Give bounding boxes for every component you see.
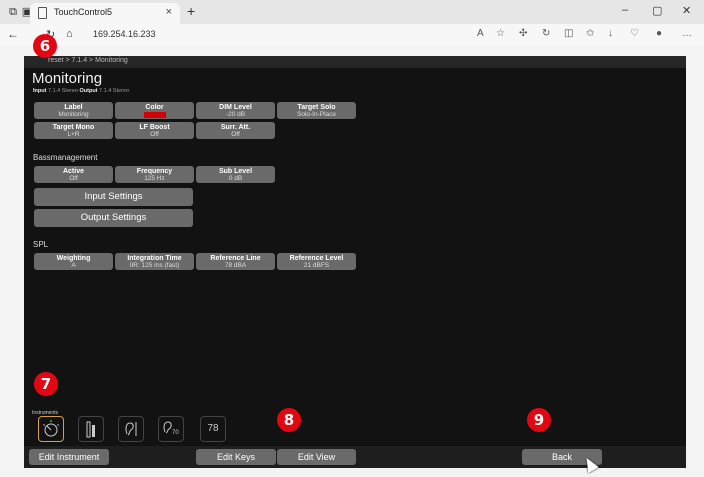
- integration-time-button[interactable]: Integration Time IIR: 125 ms (fast): [115, 253, 194, 270]
- spl-heading: SPL: [33, 240, 49, 249]
- breadcrumb-bar: reset > 7.1.4 > Monitoring: [24, 56, 686, 68]
- reference-level-value: 21 dBFS: [303, 262, 330, 269]
- split-screen-icon[interactable]: ◫: [564, 28, 573, 39]
- color-swatch: [143, 112, 166, 118]
- workspaces-icon[interactable]: ⧉: [6, 5, 20, 19]
- target-solo-button[interactable]: Target Solo Solo-In-Place: [277, 102, 356, 119]
- dim-level-button[interactable]: DIM Level -20 dB: [196, 102, 275, 119]
- instrument-meter-dial[interactable]: [38, 416, 64, 442]
- reference-level-title: Reference Level: [289, 255, 344, 262]
- input-label: Input: [33, 88, 47, 94]
- touchcontrol-app: reset > 7.1.4 > Monitoring Monitoring In…: [24, 56, 686, 468]
- breadcrumb[interactable]: reset > 7.1.4 > Monitoring: [48, 57, 128, 64]
- edit-view-button[interactable]: Edit View: [277, 449, 356, 465]
- bass-active-value: Off: [69, 175, 78, 182]
- weighting-value: A: [71, 262, 76, 269]
- color-button[interactable]: Color: [115, 102, 194, 119]
- bass-active-title: Active: [62, 168, 84, 175]
- target-mono-title: Target Mono: [52, 124, 95, 131]
- color-title: Color: [145, 104, 164, 111]
- lf-boost-button[interactable]: LF Boost Off: [115, 122, 194, 139]
- weighting-button[interactable]: Weighting A: [34, 253, 113, 270]
- back-arrow-icon[interactable]: ←: [7, 27, 19, 41]
- bass-active-button[interactable]: Active Off: [34, 166, 113, 183]
- edit-keys-button[interactable]: Edit Keys: [196, 449, 276, 465]
- input-value: 7.1.4 Stereo: [47, 88, 78, 94]
- page-icon: [38, 7, 47, 19]
- weighting-title: Weighting: [56, 255, 91, 262]
- downloads-icon[interactable]: ↓: [608, 28, 613, 39]
- reference-line-button[interactable]: Reference Line 78 dBA: [196, 253, 275, 270]
- spl-78-value: 78: [207, 423, 219, 434]
- favorites-icon[interactable]: ✩: [586, 28, 594, 39]
- surr-att-button[interactable]: Surr. Att. Off: [196, 122, 275, 139]
- bass-frequency-title: Frequency: [136, 168, 173, 175]
- ear-icon: [125, 422, 137, 436]
- minimize-button[interactable]: –: [622, 4, 628, 16]
- instrument-level-bar[interactable]: [78, 416, 104, 442]
- browser-titlebar: ⧉ ▣ TouchControl5 × + – ▢ ✕: [0, 0, 704, 24]
- target-mono-button[interactable]: Target Mono L+R: [34, 122, 113, 139]
- dim-level-title: DIM Level: [219, 104, 252, 111]
- page-title: Monitoring: [32, 70, 103, 87]
- instrument-ear-70[interactable]: 70: [158, 416, 184, 442]
- label-value: Monitoring: [58, 111, 89, 118]
- lf-boost-value: Off: [150, 131, 159, 138]
- meter-dial-icon: [43, 420, 59, 437]
- dim-level-value: -20 dB: [225, 111, 246, 118]
- instrument-spl-78[interactable]: 78: [200, 416, 226, 442]
- reference-line-title: Reference Line: [210, 255, 261, 262]
- read-aloud-icon[interactable]: A: [477, 28, 484, 39]
- surr-att-value: Off: [231, 131, 240, 138]
- target-solo-title: Target Solo: [297, 104, 336, 111]
- address-bar: ← ↻ ⌂ 169.254.16.233 A ☆ ✣ ↻ ◫ ✩ ↓ ♡ ● …: [0, 24, 704, 46]
- target-solo-value: Solo-In-Place: [296, 111, 337, 118]
- label-button[interactable]: Label Monitoring: [34, 102, 113, 119]
- reference-line-value: 78 dBA: [224, 262, 247, 269]
- edit-instrument-button[interactable]: Edit Instrument: [29, 449, 109, 465]
- target-mono-value: L+R: [67, 131, 80, 138]
- close-window-button[interactable]: ✕: [682, 4, 691, 17]
- output-value: 7.1.4 Stereo: [99, 88, 130, 94]
- url-field[interactable]: 169.254.16.233: [93, 29, 156, 39]
- output-settings-button[interactable]: Output Settings: [34, 209, 193, 227]
- extensions-icon[interactable]: ✣: [519, 28, 527, 39]
- callout-badge-8: 8: [277, 408, 301, 432]
- integration-time-title: Integration Time: [127, 255, 182, 262]
- io-format-line: Input 7.1.4 Stereo Output 7.1.4 Stereo: [33, 88, 129, 94]
- favorite-star-icon[interactable]: ☆: [496, 28, 505, 39]
- sub-level-button[interactable]: Sub Level 0 dB: [196, 166, 275, 183]
- input-settings-button[interactable]: Input Settings: [34, 188, 193, 206]
- output-label: Output: [79, 88, 98, 94]
- level-bar-icon: [86, 421, 95, 438]
- sub-level-value: 0 dB: [228, 175, 243, 182]
- profile-avatar-icon[interactable]: ●: [656, 28, 662, 39]
- callout-badge-9: 9: [527, 408, 551, 432]
- browser-essentials-icon[interactable]: ♡: [630, 28, 639, 39]
- callout-badge-6: 6: [33, 34, 57, 58]
- tab-title: TouchControl5: [54, 7, 113, 17]
- callout-badge-7: 7: [34, 372, 58, 396]
- bass-frequency-button[interactable]: Frequency 125 Hz: [115, 166, 194, 183]
- integration-time-value: IIR: 125 ms (fast): [129, 262, 180, 269]
- surr-att-title: Surr. Att.: [220, 124, 251, 131]
- ear-70-icon: [163, 421, 172, 434]
- sub-level-title: Sub Level: [218, 168, 253, 175]
- home-icon[interactable]: ⌂: [66, 28, 73, 40]
- lf-boost-title: LF Boost: [139, 124, 170, 131]
- bass-frequency-value: 125 Hz: [144, 175, 165, 182]
- browser-tab[interactable]: TouchControl5 ×: [30, 3, 180, 24]
- ear-70-value: 70: [172, 430, 179, 436]
- new-tab-button[interactable]: +: [187, 3, 195, 19]
- reference-level-button[interactable]: Reference Level 21 dBFS: [277, 253, 356, 270]
- more-menu-icon[interactable]: …: [682, 28, 692, 39]
- label-title: Label: [64, 104, 83, 111]
- maximize-button[interactable]: ▢: [652, 4, 662, 17]
- instrument-ear[interactable]: [118, 416, 144, 442]
- bassmanagement-heading: Bassmanagement: [33, 153, 98, 162]
- refresh-icon[interactable]: ↻: [542, 28, 550, 39]
- tab-close-icon[interactable]: ×: [166, 6, 172, 18]
